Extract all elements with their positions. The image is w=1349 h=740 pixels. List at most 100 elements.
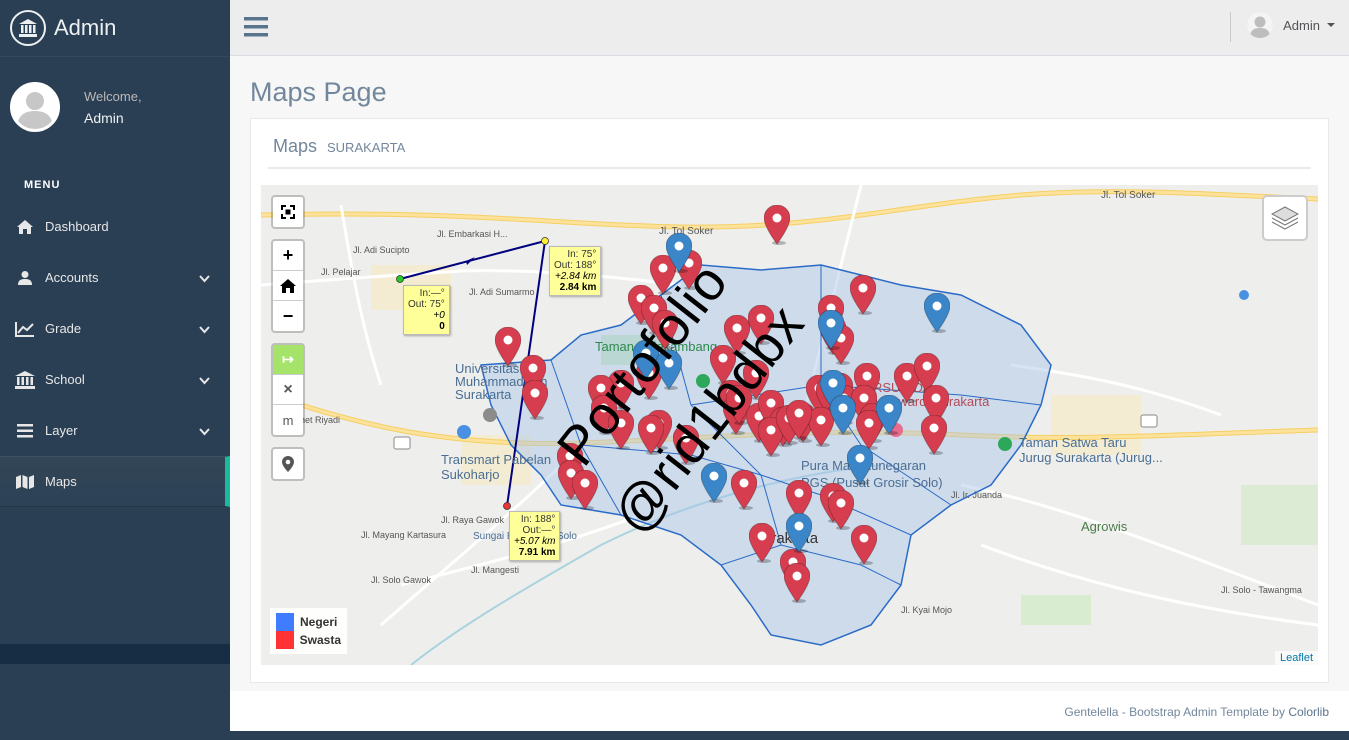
sidebar-item-label: Grade	[45, 321, 82, 336]
sidebar-item-grade[interactable]: Grade	[0, 303, 230, 354]
sidebar-item-school[interactable]: School	[0, 354, 230, 405]
chevron-down-icon	[199, 373, 210, 388]
measure-tooltip-end: In: 188° Out:—° +5.07 km 7.91 km	[509, 511, 561, 561]
school-marker-swasta[interactable]	[920, 414, 948, 455]
sidebar: Admin Welcome, Admin MENU Dashboard Acco…	[0, 0, 230, 740]
school-marker-negeri[interactable]	[785, 512, 813, 553]
brand-title: Admin	[54, 15, 117, 40]
top-nav: Admin	[230, 0, 1349, 56]
zoom-in-button[interactable]: +	[273, 241, 303, 271]
road-label: Jl. Pelajar	[321, 267, 361, 277]
line-chart-icon	[15, 319, 35, 339]
home-icon[interactable]	[273, 271, 303, 301]
user-dropdown[interactable]: Admin	[1247, 12, 1335, 38]
school-marker-swasta[interactable]	[494, 326, 522, 367]
sidebar-item-layer[interactable]: Layer	[0, 405, 230, 456]
measure-tooltip-mid: In: 75° Out: 188° +2.84 km 2.84 km	[549, 246, 602, 296]
sidebar-item-dashboard[interactable]: Dashboard	[0, 201, 230, 252]
school-marker-negeri[interactable]	[817, 309, 845, 350]
school-marker-swasta[interactable]	[730, 469, 758, 510]
bank-icon	[10, 10, 46, 46]
sidebar-item-maps[interactable]: Maps	[0, 456, 230, 507]
road-label: Jl. Solo - Tawangma	[1221, 585, 1302, 595]
map-marker-icon[interactable]	[273, 449, 303, 479]
road-label: Jl. Embarkasi H...	[437, 229, 508, 239]
road-label: Jl. Mayang Kartasura	[361, 530, 447, 540]
footer-link[interactable]: Colorlib	[1288, 705, 1329, 719]
school-marker-negeri[interactable]	[846, 444, 874, 485]
road-label: Jl. Mangesti	[471, 565, 520, 575]
school-marker-swasta[interactable]	[763, 204, 791, 245]
legend-item: Negeri	[276, 613, 341, 631]
chevron-down-icon	[199, 322, 210, 337]
school-marker-swasta[interactable]	[850, 524, 878, 565]
page-title: Maps Page	[250, 77, 387, 107]
panel-subtitle: SURAKARTA	[327, 140, 406, 155]
sidebar-item-label: School	[45, 372, 85, 387]
panel-header: Maps SURAKARTA	[268, 119, 1311, 169]
layers-icon[interactable]	[1262, 195, 1308, 241]
school-marker-swasta[interactable]	[521, 379, 549, 420]
menu-toggle-icon[interactable]	[244, 16, 268, 43]
sidebar-item-label: Layer	[45, 423, 78, 438]
road-label: Jl. Solo Gawok	[371, 575, 432, 585]
sidebar-footer	[0, 644, 230, 664]
bank-icon	[15, 370, 35, 390]
menu-section-title: MENU	[24, 179, 61, 191]
locate-control	[271, 447, 305, 481]
user-name: Admin	[1283, 17, 1320, 33]
school-marker-swasta[interactable]	[748, 522, 776, 563]
chevron-down-icon	[199, 424, 210, 439]
sidebar-item-label: Dashboard	[45, 219, 109, 234]
sidebar-item-label: Accounts	[45, 270, 99, 285]
road-label: Jl. Raya Gawok	[441, 515, 505, 525]
user-icon	[15, 268, 35, 288]
place-label-taman-satwa: Taman Satwa Taru Jurug Surakarta (Jurug..…	[1019, 435, 1163, 465]
measure-toggle-icon[interactable]: ↦	[273, 345, 303, 375]
bottom-strip	[230, 731, 1349, 740]
avatar	[10, 82, 60, 132]
profile-name: Admin	[84, 109, 124, 126]
road-label: Jl. Kyai Mojo	[901, 605, 953, 615]
map-icon	[15, 472, 35, 492]
zoom-control: + −	[271, 239, 305, 333]
avatar	[1247, 12, 1274, 38]
welcome-text: Welcome,	[84, 88, 142, 104]
home-icon	[15, 217, 35, 237]
attribution-link[interactable]: Leaflet	[1274, 651, 1318, 665]
road-label: Jl. Ir. Juanda	[951, 490, 1003, 500]
measure-clear-icon[interactable]: ×	[273, 375, 303, 405]
legend-swatch-negeri	[276, 613, 294, 631]
school-marker-swasta[interactable]	[849, 274, 877, 315]
road-label: Jl. Adi Sucipto	[353, 245, 410, 255]
place-label-agrowis: Agrowis	[1081, 519, 1128, 534]
map-legend: Negeri Swasta	[270, 608, 347, 654]
school-marker-swasta[interactable]	[783, 562, 811, 603]
chevron-down-icon	[199, 271, 210, 286]
school-marker-negeri[interactable]	[875, 394, 903, 435]
school-marker-swasta[interactable]	[827, 489, 855, 530]
legend-swatch-swasta	[276, 631, 294, 649]
place-label-transmart: Transmart Pabelan Sukoharjo	[441, 452, 552, 482]
legend-item: Swasta	[276, 631, 341, 649]
zoom-out-button[interactable]: −	[273, 301, 303, 331]
bars-icon	[15, 421, 35, 441]
sidebar-item-label: Maps	[45, 474, 77, 489]
fullscreen-icon[interactable]	[273, 197, 303, 227]
road-label: Jl. Tol Soker	[1101, 190, 1156, 201]
profile: Welcome, Admin	[0, 57, 230, 157]
school-marker-negeri[interactable]	[829, 394, 857, 435]
measure-control: ↦ × m	[271, 343, 305, 437]
measure-unit-icon[interactable]: m	[273, 405, 303, 435]
footer-text: Gentelella - Bootstrap Admin Template by…	[1064, 705, 1329, 719]
caret-down-icon	[1327, 23, 1335, 27]
sidebar-item-accounts[interactable]: Accounts	[0, 252, 230, 303]
map-canvas[interactable]: Jl. Tol Soker Jl. Tol Soker Jl. Adi Suma…	[261, 185, 1318, 665]
school-marker-negeri[interactable]	[923, 292, 951, 333]
measure-tooltip-start: In:—° Out: 75° +0 0	[403, 285, 450, 335]
brand[interactable]: Admin	[0, 0, 230, 57]
fullscreen-control	[271, 195, 305, 229]
school-marker-swasta[interactable]	[785, 399, 813, 440]
divider	[1230, 12, 1231, 42]
panel-title: Maps	[273, 136, 318, 156]
